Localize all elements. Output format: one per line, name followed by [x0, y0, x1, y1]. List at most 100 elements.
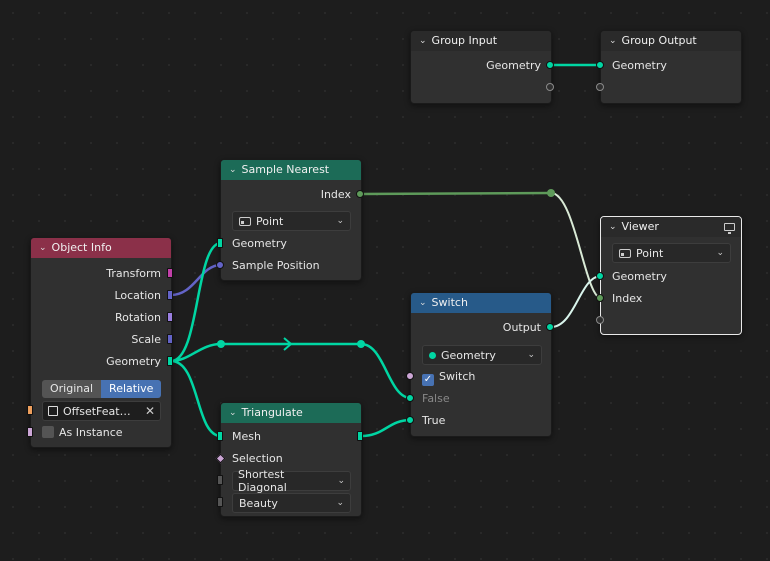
ngon-method-socket[interactable] — [217, 497, 223, 507]
object-info-geometry-socket[interactable] — [167, 356, 173, 366]
viewer-domain-value: Point — [636, 246, 664, 260]
link-location-to-sample-position — [170, 263, 222, 297]
link-geometry-to-mesh — [170, 359, 222, 438]
triangulate-header[interactable]: ⌄ Triangulate — [221, 403, 361, 423]
ngon-method-value: Beauty — [239, 496, 278, 510]
viewer-header[interactable]: ⌄ Viewer — [601, 217, 741, 237]
link-reroute-to-viewer-index — [550, 192, 602, 299]
triangulate-mesh-output-socket[interactable] — [357, 431, 363, 441]
switch-switch-socket[interactable] — [406, 372, 414, 380]
relative-mode-button[interactable]: Relative — [101, 380, 162, 398]
object-picker-value: OffsetFeat… — [63, 404, 131, 418]
sample-nearest-geometry-socket[interactable] — [217, 238, 223, 248]
reroute-geometry-b[interactable] — [357, 340, 365, 348]
switch-toggle-label: Switch — [439, 370, 476, 383]
link-mesh-to-switch-true — [360, 418, 412, 438]
switch-node[interactable]: ⌄ Switch Output Geometry ⌄ ✓ Switch False… — [410, 292, 552, 437]
chevron-down-icon[interactable]: ⌄ — [229, 403, 237, 423]
viewer-node[interactable]: ⌄ Viewer Point ⌄ Geometry Index — [600, 216, 742, 335]
switch-false-socket[interactable] — [406, 394, 414, 402]
group-input-node[interactable]: ⌄ Group Input Geometry — [410, 30, 552, 104]
object-info-geometry-label: Geometry — [106, 355, 161, 368]
chevron-down-icon[interactable]: ⌄ — [39, 238, 47, 258]
switch-header[interactable]: ⌄ Switch — [411, 293, 551, 313]
sample-nearest-title: Sample Nearest — [241, 163, 330, 176]
object-info-scale-socket[interactable] — [167, 334, 173, 344]
reroute-geometry-a[interactable] — [217, 340, 225, 348]
object-info-rotation-socket[interactable] — [167, 312, 173, 322]
switch-title: Switch — [431, 296, 468, 309]
group-output-title: Group Output — [621, 34, 697, 47]
viewer-geometry-label: Geometry — [612, 270, 667, 283]
object-info-transform-label: Transform — [106, 267, 161, 280]
object-info-object-socket[interactable] — [27, 405, 33, 415]
viewer-empty-socket[interactable] — [596, 316, 604, 324]
quad-method-dropdown[interactable]: Shortest Diagonal ⌄ — [232, 468, 351, 494]
geometry-type-icon — [429, 351, 436, 359]
object-info-header[interactable]: ⌄ Object Info — [31, 238, 171, 258]
switch-output-socket[interactable] — [546, 323, 554, 331]
object-info-scale-label: Scale — [131, 333, 161, 346]
original-mode-button[interactable]: Original — [42, 380, 102, 398]
object-info-location-label: Location — [114, 289, 161, 302]
viewer-index-socket[interactable] — [596, 294, 604, 302]
sample-nearest-sample-position-socket[interactable] — [216, 261, 224, 269]
link-output-to-viewer-geometry — [550, 275, 602, 328]
group-output-geometry-socket[interactable] — [596, 61, 604, 69]
link-direction-arrow — [283, 337, 293, 351]
ngon-method-dropdown[interactable]: Beauty ⌄ — [232, 493, 351, 513]
group-input-header[interactable]: ⌄ Group Input — [411, 31, 551, 51]
viewer-geometry-socket[interactable] — [596, 272, 604, 280]
group-output-empty-socket[interactable] — [596, 83, 604, 91]
chevron-down-icon: ⌄ — [336, 498, 344, 508]
switch-toggle-row[interactable]: ✓ Switch — [422, 368, 475, 386]
switch-false-label: False — [422, 392, 450, 405]
triangulate-node[interactable]: ⌄ Triangulate Mesh Selection Shortest Di… — [220, 402, 362, 517]
triangulate-selection-label: Selection — [232, 452, 283, 465]
group-output-header[interactable]: ⌄ Group Output — [601, 31, 741, 51]
quad-method-value: Shortest Diagonal — [238, 468, 287, 494]
object-info-transform-socket[interactable] — [167, 268, 173, 278]
sample-nearest-header[interactable]: ⌄ Sample Nearest — [221, 160, 361, 180]
sample-nearest-index-socket[interactable] — [356, 190, 364, 198]
monitor-icon[interactable] — [724, 223, 735, 234]
chevron-down-icon[interactable]: ⌄ — [229, 160, 237, 180]
as-instance-row[interactable]: As Instance — [42, 424, 123, 442]
switch-checkbox[interactable]: ✓ — [422, 374, 434, 386]
group-output-geometry-label: Geometry — [612, 59, 667, 72]
chevron-down-icon[interactable]: ⌄ — [609, 217, 617, 237]
group-input-geometry-socket[interactable] — [546, 61, 554, 69]
switch-true-label: True — [422, 414, 446, 427]
switch-true-socket[interactable] — [406, 416, 414, 424]
group-output-node[interactable]: ⌄ Group Output Geometry — [600, 30, 742, 104]
object-info-as-instance-socket[interactable] — [27, 427, 33, 437]
chevron-down-icon[interactable]: ⌄ — [419, 293, 427, 313]
chevron-down-icon: ⌄ — [716, 248, 724, 258]
viewer-domain-dropdown[interactable]: Point ⌄ — [612, 243, 731, 263]
quad-method-socket[interactable] — [217, 475, 223, 485]
object-picker-field[interactable]: OffsetFeat… ✕ — [42, 401, 161, 421]
reroute-index[interactable] — [547, 189, 555, 197]
object-info-node[interactable]: ⌄ Object Info Transform Location Rotatio… — [30, 237, 172, 448]
group-input-title: Group Input — [431, 34, 498, 47]
switch-type-dropdown[interactable]: Geometry ⌄ — [422, 345, 542, 365]
sample-nearest-node[interactable]: ⌄ Sample Nearest Index Point ⌄ Geometry … — [220, 159, 362, 281]
clear-object-icon[interactable]: ✕ — [145, 404, 155, 418]
sample-nearest-domain-dropdown[interactable]: Point ⌄ — [232, 211, 351, 231]
object-info-transform-space-toggle: Original Relative — [42, 380, 162, 398]
sample-nearest-domain-value: Point — [256, 214, 284, 228]
group-input-empty-socket[interactable] — [546, 83, 554, 91]
chevron-down-icon: ⌄ — [337, 476, 345, 486]
chevron-down-icon[interactable]: ⌄ — [609, 31, 617, 51]
sample-nearest-index-label: Index — [320, 188, 351, 201]
link-geometry-to-sample-geometry — [170, 241, 222, 363]
triangulate-mesh-input-socket[interactable] — [217, 431, 223, 441]
as-instance-checkbox[interactable] — [42, 426, 54, 438]
chevron-down-icon[interactable]: ⌄ — [419, 31, 427, 51]
point-domain-icon — [619, 248, 631, 258]
sample-nearest-sample-position-label: Sample Position — [232, 259, 320, 272]
object-info-location-socket[interactable] — [167, 290, 173, 300]
object-info-title: Object Info — [51, 241, 112, 254]
chevron-down-icon: ⌄ — [336, 216, 344, 226]
as-instance-label: As Instance — [59, 426, 123, 439]
